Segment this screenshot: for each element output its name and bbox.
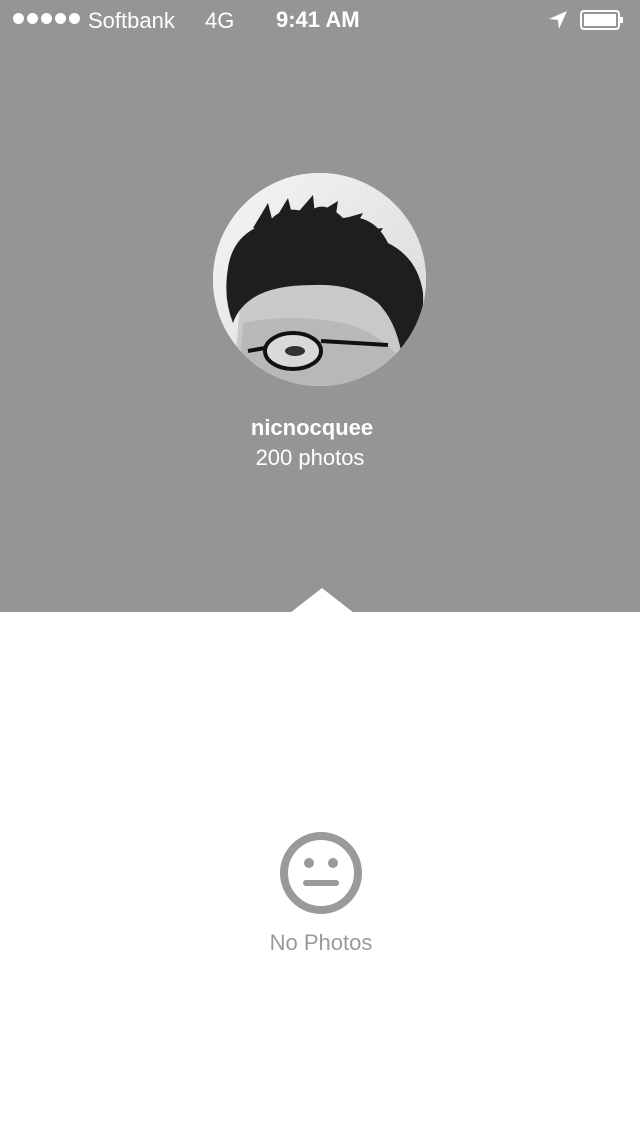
username: nicnocquee [250, 415, 374, 440]
location-arrow-icon [549, 11, 567, 29]
status-bar: Softbank 4G 9:41 AM [0, 0, 640, 40]
avatar[interactable] [213, 173, 426, 386]
photo-count: 200 photos [255, 445, 365, 470]
network-type: 4G [205, 8, 235, 33]
tab-indicator-notch [290, 588, 354, 613]
empty-state-label: No Photos [269, 930, 373, 955]
status-time: 9:41 AM [276, 7, 360, 32]
profile-header: Softbank 4G 9:41 AM nicnocquee 200 photo… [0, 0, 640, 612]
neutral-face-icon [280, 832, 362, 914]
signal-strength-icon [13, 13, 80, 24]
carrier-name: Softbank [88, 8, 175, 33]
battery-icon [580, 10, 623, 30]
